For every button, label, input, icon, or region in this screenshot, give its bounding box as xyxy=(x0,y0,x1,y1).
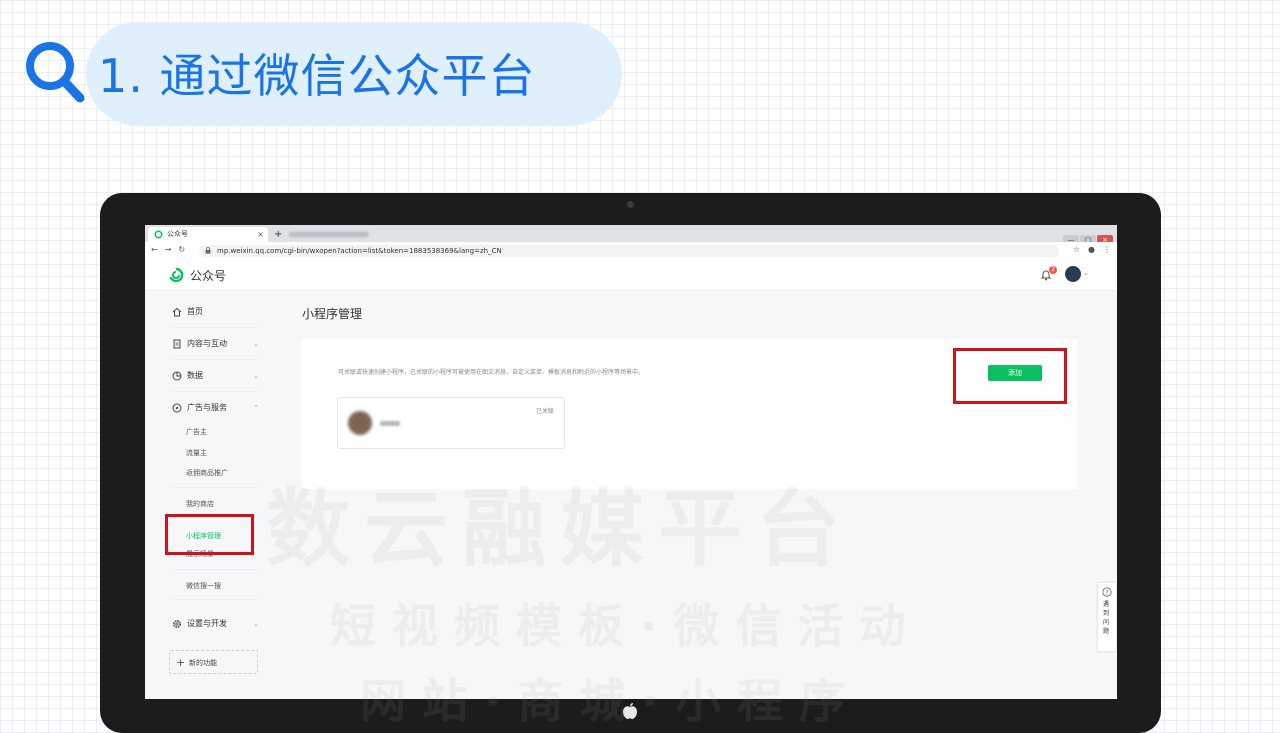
new-feature-button[interactable]: + 新的功能 xyxy=(169,650,258,674)
app-header: 公众号 2 ⌄ xyxy=(145,260,1117,291)
linked-miniprogram-item[interactable]: 已关联 xyxy=(337,397,565,449)
sidebar-divider xyxy=(172,569,258,570)
sidebar-item-ads-services[interactable]: 广告与服务 ⌃ xyxy=(172,397,259,419)
miniprogram-avatar xyxy=(348,411,372,435)
sidebar-subitem-advertiser[interactable]: 广告主 xyxy=(186,425,207,439)
sidebar-divider xyxy=(172,391,258,392)
document-icon xyxy=(173,339,181,349)
browser-screen: 公众号 × + — □ × ← → ↻ mp.weixin.qq.com/cgi-bin… xyxy=(145,225,1117,699)
avatar[interactable] xyxy=(1065,266,1081,282)
home-icon xyxy=(172,307,182,317)
reload-icon[interactable]: ↻ xyxy=(178,245,185,254)
sidebar-item-label: 设置与开发 xyxy=(187,619,227,628)
wechat-mp-favicon-icon xyxy=(154,230,163,239)
sidebar-item-label: 广告与服务 xyxy=(187,403,227,412)
sidebar-divider xyxy=(172,599,258,600)
gear-icon xyxy=(172,619,182,629)
sidebar-subitem-commission[interactable]: 返佣商品推广 xyxy=(186,466,228,480)
sidebar-item-label: 内容与互动 xyxy=(187,339,227,348)
sidebar-item-home[interactable]: 首页 xyxy=(172,301,259,323)
camera-dot xyxy=(627,201,634,208)
chevron-down-icon: ⌄ xyxy=(253,620,259,628)
browser-addressbar: ← → ↻ mp.weixin.qq.com/cgi-bin/wxopen?acti… xyxy=(145,242,1117,261)
plus-icon: + xyxy=(176,656,186,669)
chevron-down-icon: ⌄ xyxy=(253,340,259,348)
browser-tab-active[interactable]: 公众号 × xyxy=(148,227,268,242)
status-badge: 已关联 xyxy=(535,408,554,415)
sidebar-subitem-my-shop[interactable]: 我的商店 xyxy=(186,497,214,511)
nav-buttons: ← → ↻ xyxy=(151,245,192,254)
sidebar-divider xyxy=(172,487,258,488)
chevron-down-icon: ⌄ xyxy=(253,372,259,380)
window-controls: — □ × xyxy=(1062,227,1113,245)
browser-tabbar: 公众号 × + — □ × xyxy=(145,225,1117,245)
url-text: mp.weixin.qq.com/cgi-bin/wxopen?action=l… xyxy=(217,247,502,255)
profile-icon[interactable]: ● xyxy=(1088,245,1095,254)
help-widget[interactable]: ? 遇到问题 xyxy=(1098,583,1116,651)
blurred-tab-title xyxy=(289,232,369,237)
lock-icon xyxy=(205,247,211,254)
sidebar-divider xyxy=(172,327,258,328)
sidebar-item-label: 数据 xyxy=(187,371,203,380)
new-feature-label: 新的功能 xyxy=(189,659,217,667)
svg-text:?: ? xyxy=(1105,589,1108,596)
new-tab-icon[interactable]: + xyxy=(274,227,282,242)
help-widget-text: 遇到问题 xyxy=(1103,601,1110,635)
tab-title: 公众号 xyxy=(167,230,188,238)
sidebar-item-settings[interactable]: 设置与开发 ⌄ xyxy=(172,613,259,635)
app-logo-text[interactable]: 公众号 xyxy=(190,267,226,284)
notification-badge: 2 xyxy=(1049,266,1057,274)
miniprogram-name-blurred xyxy=(380,421,400,426)
url-input[interactable]: mp.weixin.qq.com/cgi-bin/wxopen?action=l… xyxy=(199,245,1059,257)
page-title: 小程序管理 xyxy=(302,307,363,321)
menu-dots-icon[interactable]: ⋮ xyxy=(1103,245,1111,254)
search-icon xyxy=(26,42,85,103)
highlight-miniprogram-menu xyxy=(165,514,254,555)
wechat-mp-logo-icon xyxy=(169,267,184,283)
compass-icon xyxy=(172,403,182,413)
bookmark-star-icon[interactable]: ☆ xyxy=(1073,245,1080,254)
addressbar-actions: ☆ ● ⋮ xyxy=(1065,245,1111,254)
tab-close-icon[interactable]: × xyxy=(257,227,264,242)
highlight-add-button xyxy=(953,348,1067,404)
sidebar-divider xyxy=(172,359,258,360)
sidebar-item-content[interactable]: 内容与互动 ⌄ xyxy=(172,333,259,355)
sidebar-subitem-wechat-search[interactable]: 微信搜一搜 xyxy=(186,579,221,593)
sidebar-item-label: 首页 xyxy=(187,307,203,316)
back-arrow-icon[interactable]: ← xyxy=(151,245,158,254)
chevron-down-icon[interactable]: ⌄ xyxy=(1083,269,1089,277)
slide-title: 1. 通过微信公众平台 xyxy=(98,49,536,103)
sidebar: 首页 内容与互动 ⌄ 数据 ⌄ 广告与服务 ⌃ 广告主 流量主 返佣商品推广 我… xyxy=(145,291,275,699)
forward-arrow-icon[interactable]: → xyxy=(165,245,172,254)
apple-logo-icon xyxy=(623,703,637,719)
sidebar-item-data[interactable]: 数据 ⌄ xyxy=(172,365,259,387)
chart-icon xyxy=(172,371,182,381)
sidebar-subitem-publisher[interactable]: 流量主 xyxy=(186,446,207,460)
question-icon: ? xyxy=(1102,587,1112,597)
browser-tab-inactive[interactable]: + xyxy=(271,227,381,242)
card-description: 可关联或快速创建小程序，已关联的小程序可被使用在图文消息、自定义菜单、模板消息和… xyxy=(338,369,645,376)
chevron-up-icon: ⌃ xyxy=(253,404,259,412)
